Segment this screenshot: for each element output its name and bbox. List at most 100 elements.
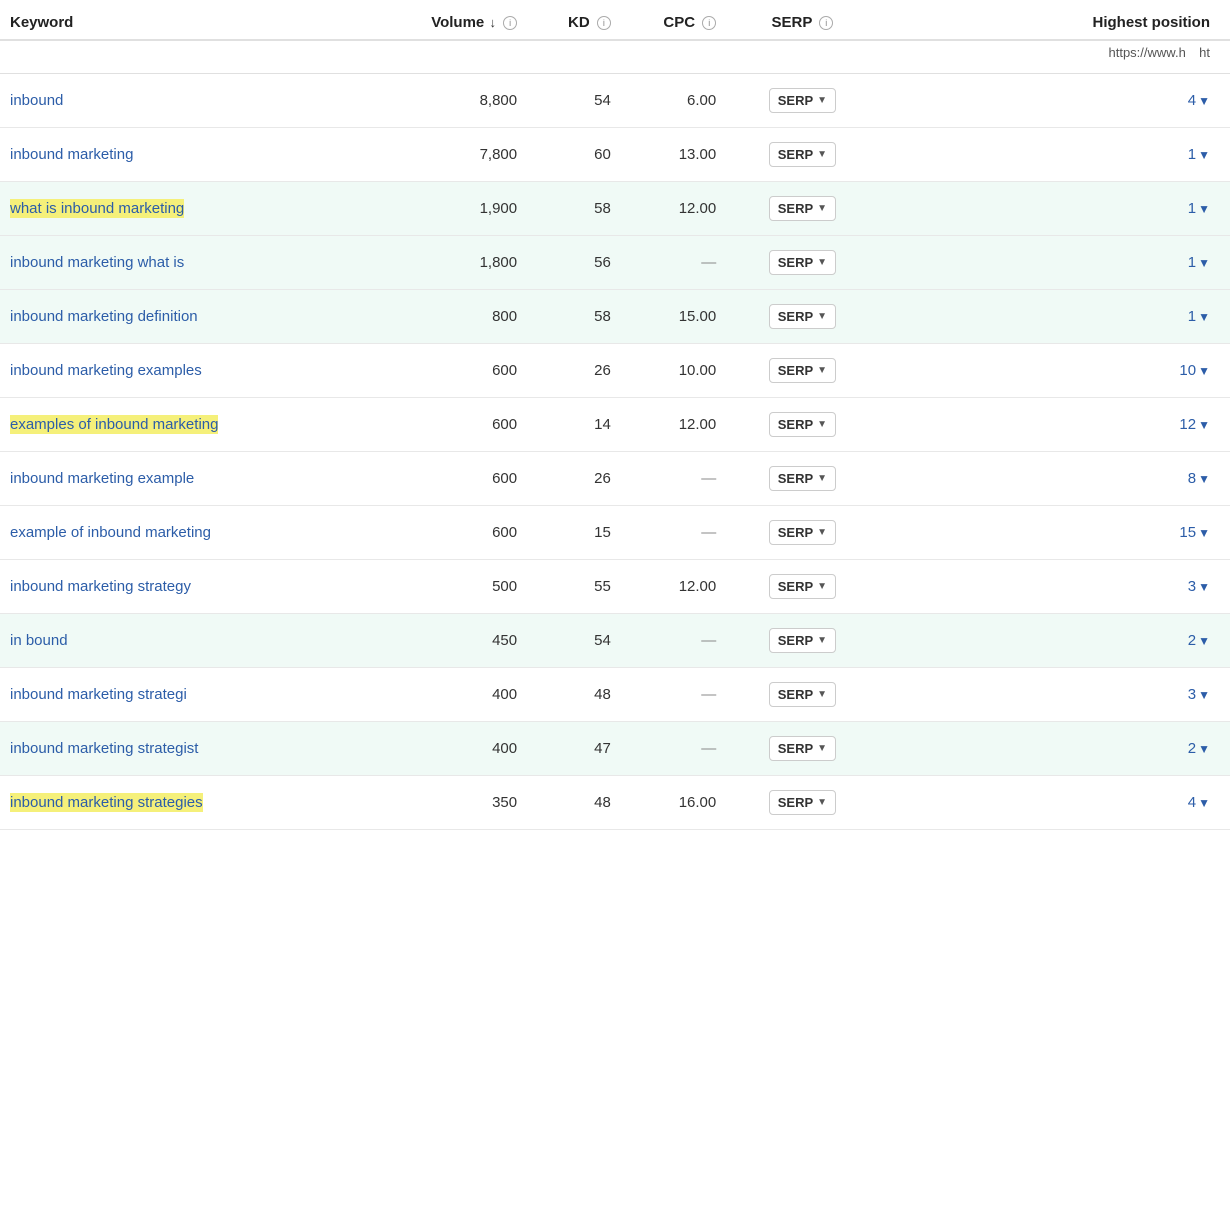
kd-cell: 47 xyxy=(527,722,621,776)
keyword-link[interactable]: example of inbound marketing xyxy=(10,524,211,541)
serp-button[interactable]: SERP ▼ xyxy=(769,682,836,707)
volume-cell: 450 xyxy=(375,614,527,668)
position-arrow-icon: ▼ xyxy=(1198,148,1210,162)
kd-cell: 48 xyxy=(527,668,621,722)
table-row: what is inbound marketing1,9005812.00SER… xyxy=(0,182,1230,236)
serp-header[interactable]: SERP i xyxy=(726,0,878,40)
serp-button[interactable]: SERP ▼ xyxy=(769,412,836,437)
keyword-cell: inbound marketing what is xyxy=(0,236,375,290)
volume-info-icon[interactable]: i xyxy=(503,16,517,30)
cpc-cell: 10.00 xyxy=(621,344,726,398)
serp-cell: SERP ▼ xyxy=(726,452,878,506)
keyword-link[interactable]: inbound marketing strategy xyxy=(10,578,191,595)
position-value: 8 xyxy=(1188,470,1196,487)
serp-cell: SERP ▼ xyxy=(726,128,878,182)
cpc-cell: 12.00 xyxy=(621,182,726,236)
kd-cell: 58 xyxy=(527,182,621,236)
cpc-header-label: CPC xyxy=(663,14,695,31)
kd-cell: 55 xyxy=(527,560,621,614)
serp-dropdown-arrow-icon: ▼ xyxy=(817,311,827,322)
position-cell: 4▼ xyxy=(879,776,1230,830)
keyword-link[interactable]: inbound marketing strategies xyxy=(10,793,203,812)
kd-cell: 56 xyxy=(527,236,621,290)
serp-dropdown-arrow-icon: ▼ xyxy=(817,743,827,754)
table-row: inbound marketing7,8006013.00SERP ▼1▼ xyxy=(0,128,1230,182)
position-arrow-icon: ▼ xyxy=(1198,688,1210,702)
table-row: examples of inbound marketing6001412.00S… xyxy=(0,398,1230,452)
kd-cell: 54 xyxy=(527,614,621,668)
keyword-link[interactable]: in bound xyxy=(10,632,68,649)
volume-cell: 500 xyxy=(375,560,527,614)
sort-arrow-icon: ↓ xyxy=(489,15,496,30)
serp-button[interactable]: SERP ▼ xyxy=(769,250,836,275)
keyword-cell: inbound marketing examples xyxy=(0,344,375,398)
position-cell: 15▼ xyxy=(879,506,1230,560)
keyword-link[interactable]: examples of inbound marketing xyxy=(10,415,218,434)
kd-info-icon[interactable]: i xyxy=(597,16,611,30)
keyword-cell: inbound marketing definition xyxy=(0,290,375,344)
volume-cell: 600 xyxy=(375,452,527,506)
table-row: inbound marketing examples6002610.00SERP… xyxy=(0,344,1230,398)
kd-header[interactable]: KD i xyxy=(527,0,621,40)
serp-button[interactable]: SERP ▼ xyxy=(769,736,836,761)
cpc-cell: 13.00 xyxy=(621,128,726,182)
cpc-info-icon[interactable]: i xyxy=(702,16,716,30)
volume-header-label: Volume xyxy=(431,14,484,31)
serp-button[interactable]: SERP ▼ xyxy=(769,304,836,329)
serp-button[interactable]: SERP ▼ xyxy=(769,574,836,599)
serp-btn-label: SERP xyxy=(778,471,813,486)
cpc-cell: — xyxy=(621,452,726,506)
serp-button[interactable]: SERP ▼ xyxy=(769,88,836,113)
keyword-link[interactable]: inbound marketing definition xyxy=(10,308,198,325)
serp-button[interactable]: SERP ▼ xyxy=(769,196,836,221)
position-cell: 2▼ xyxy=(879,722,1230,776)
serp-button[interactable]: SERP ▼ xyxy=(769,142,836,167)
position-cell: 1▼ xyxy=(879,128,1230,182)
keyword-cell: inbound xyxy=(0,74,375,128)
serp-cell: SERP ▼ xyxy=(726,182,878,236)
serp-btn-label: SERP xyxy=(778,147,813,162)
table-row: inbound marketing strategy5005512.00SERP… xyxy=(0,560,1230,614)
serp-button[interactable]: SERP ▼ xyxy=(769,520,836,545)
position-arrow-icon: ▼ xyxy=(1198,94,1210,108)
keyword-cell: inbound marketing strategy xyxy=(0,560,375,614)
serp-cell: SERP ▼ xyxy=(726,236,878,290)
keyword-link[interactable]: what is inbound marketing xyxy=(10,199,184,218)
highest-position-header-label: Highest position xyxy=(1093,14,1211,31)
serp-info-icon[interactable]: i xyxy=(819,16,833,30)
cpc-header[interactable]: CPC i xyxy=(621,0,726,40)
serp-cell: SERP ▼ xyxy=(726,74,878,128)
volume-cell: 400 xyxy=(375,668,527,722)
keyword-cell: inbound marketing strategi xyxy=(0,668,375,722)
serp-cell: SERP ▼ xyxy=(726,506,878,560)
keyword-header-label: Keyword xyxy=(10,14,73,31)
serp-button[interactable]: SERP ▼ xyxy=(769,628,836,653)
serp-button[interactable]: SERP ▼ xyxy=(769,790,836,815)
serp-dropdown-arrow-icon: ▼ xyxy=(817,581,827,592)
serp-button[interactable]: SERP ▼ xyxy=(769,466,836,491)
volume-cell: 350 xyxy=(375,776,527,830)
position-value: 10 xyxy=(1179,362,1196,379)
position-arrow-icon: ▼ xyxy=(1198,202,1210,216)
keyword-link[interactable]: inbound marketing xyxy=(10,146,133,163)
volume-cell: 400 xyxy=(375,722,527,776)
serp-button[interactable]: SERP ▼ xyxy=(769,358,836,383)
keyword-link[interactable]: inbound marketing strategi xyxy=(10,686,187,703)
position-arrow-icon: ▼ xyxy=(1198,418,1210,432)
table-row: in bound45054—SERP ▼2▼ xyxy=(0,614,1230,668)
volume-header[interactable]: Volume ↓ i xyxy=(375,0,527,40)
position-cell: 10▼ xyxy=(879,344,1230,398)
table-row: inbound marketing example60026—SERP ▼8▼ xyxy=(0,452,1230,506)
keyword-link[interactable]: inbound marketing strategist xyxy=(10,740,198,757)
url2-label: ht xyxy=(1199,45,1210,60)
position-arrow-icon: ▼ xyxy=(1198,472,1210,486)
keyword-header: Keyword xyxy=(0,0,375,40)
position-cell: 1▼ xyxy=(879,290,1230,344)
keyword-link[interactable]: inbound marketing what is xyxy=(10,254,184,271)
keyword-link[interactable]: inbound marketing example xyxy=(10,470,194,487)
serp-btn-label: SERP xyxy=(778,795,813,810)
keyword-link[interactable]: inbound marketing examples xyxy=(10,362,202,379)
volume-cell: 600 xyxy=(375,506,527,560)
keyword-link[interactable]: inbound xyxy=(10,92,63,109)
cpc-cell: — xyxy=(621,668,726,722)
